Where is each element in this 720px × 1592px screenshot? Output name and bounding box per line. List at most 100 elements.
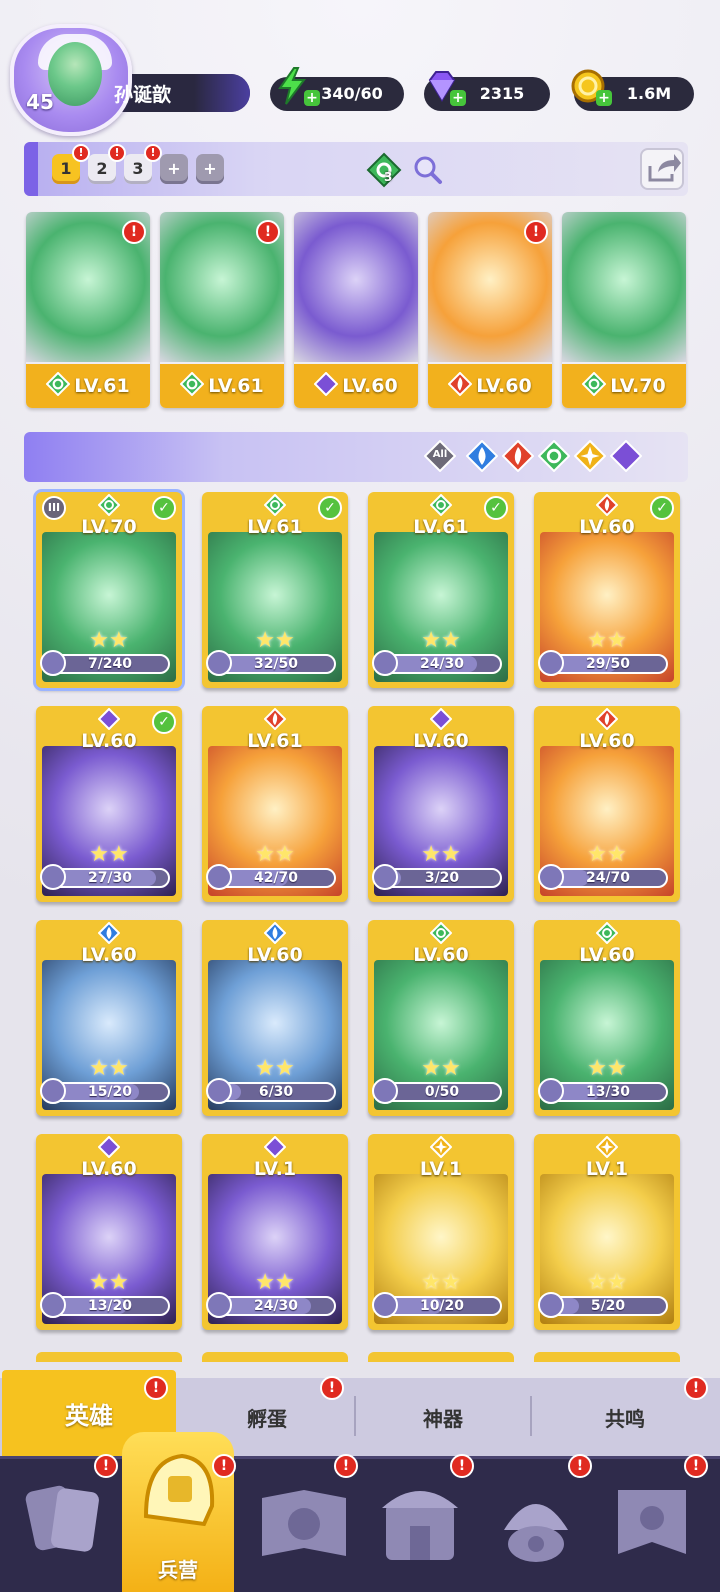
gem-plus-icon[interactable]: + [450, 90, 466, 106]
next-row-card-edge [36, 1352, 182, 1362]
shard-icon [538, 864, 564, 890]
shard-progress-text: 10/20 [419, 1298, 465, 1314]
hero-stars: ★★ [421, 628, 461, 653]
filter-all-button[interactable]: All [423, 439, 457, 473]
nav-guild-button[interactable] [484, 1470, 588, 1580]
hero-card[interactable]: LV.61 ✓ ★★ 32/50 [202, 492, 348, 688]
tab-artifact[interactable]: 神器 [356, 1378, 530, 1456]
filter-dark-button[interactable] [609, 439, 643, 473]
map-book-icon [262, 1490, 346, 1556]
shard-progress-text: 5/20 [590, 1298, 626, 1314]
hero-element [263, 921, 287, 945]
team-slot-level: LV.61 [160, 364, 284, 408]
nav-cards-alert-icon: ! [94, 1454, 118, 1478]
hero-portrait [294, 212, 418, 362]
light-filter-icon [573, 439, 607, 473]
hero-stars: ★★ [255, 628, 295, 653]
shard-progress-bar: 32/50 [216, 654, 336, 674]
filter-fire-button[interactable] [501, 439, 535, 473]
hero-stars: ★★ [421, 842, 461, 867]
shard-progress-text: 0/50 [424, 1084, 460, 1100]
light-element-icon [595, 1135, 619, 1159]
hero-card[interactable]: LV.60 ★★ 13/20 [36, 1134, 182, 1330]
team-slot-level-text: LV.60 [342, 375, 398, 397]
team-add-button-1[interactable]: + [160, 154, 188, 184]
hero-card[interactable]: LV.1 ★★ 24/30 [202, 1134, 348, 1330]
nav-cards-button[interactable] [14, 1470, 118, 1580]
energy-plus-icon[interactable]: + [304, 90, 320, 106]
shard-progress-bar: 7/240 [50, 654, 170, 674]
hero-card[interactable]: LV.60 ★★ 6/30 [202, 920, 348, 1116]
shard-icon [372, 864, 398, 890]
shard-progress-text: 24/30 [419, 656, 465, 672]
hero-card[interactable]: LV.60 ★★ 3/20 [368, 706, 514, 902]
hero-card[interactable]: LV.60 ★★ 13/30 [534, 920, 680, 1116]
filter-water-button[interactable] [465, 439, 499, 473]
shard-progress-bar: 15/20 [50, 1082, 170, 1102]
filter-light-button[interactable] [573, 439, 607, 473]
hero-element [595, 921, 619, 945]
hero-card[interactable]: LV.60 ★★ 0/50 [368, 920, 514, 1116]
nav-map-button[interactable] [252, 1470, 356, 1580]
hero-card[interactable]: LV.61 ★★ 42/70 [202, 706, 348, 902]
nav-guild-alert-icon: ! [568, 1454, 592, 1478]
team-add-button-2[interactable]: + [196, 154, 224, 184]
tab-heroes-alert-icon: ! [144, 1376, 168, 1400]
hero-stars: ★★ [89, 1056, 129, 1081]
shard-icon [372, 650, 398, 676]
shard-progress-bar: 24/70 [548, 868, 668, 888]
shard-icon [538, 650, 564, 676]
share-button[interactable] [640, 148, 684, 190]
hero-stars: ★★ [89, 842, 129, 867]
hero-stars: ★★ [587, 1056, 627, 1081]
rank-badge-icon: III [42, 496, 66, 520]
hero-card[interactable]: LV.60 ★★ 15/20 [36, 920, 182, 1116]
nav-banner-button[interactable] [600, 1470, 704, 1580]
nav-barracks-alert-icon: ! [212, 1454, 236, 1478]
hero-stars: ★★ [89, 628, 129, 653]
shard-icon [538, 1292, 564, 1318]
hero-card[interactable]: LV.61 ✓ ★★ 24/30 [368, 492, 514, 688]
search-icon[interactable] [412, 154, 444, 186]
hero-card[interactable]: LV.70 ✓ III ★★ 7/240 [36, 492, 182, 688]
shard-icon [206, 864, 232, 890]
hero-stars: ★★ [587, 1270, 627, 1295]
shard-progress-text: 32/50 [253, 656, 299, 672]
hero-card[interactable]: LV.1 ★★ 10/20 [368, 1134, 514, 1330]
hero-element [263, 493, 287, 517]
hero-level: LV.1 [585, 1158, 629, 1180]
shard-icon [206, 1078, 232, 1104]
dark-element-icon [97, 707, 121, 731]
hero-stars: ★★ [255, 842, 295, 867]
in-team-check-icon: ✓ [650, 496, 674, 520]
hero-element [429, 493, 453, 517]
hero-stars: ★★ [255, 1056, 295, 1081]
hero-level: LV.60 [413, 944, 469, 966]
shard-progress-bar: 3/20 [382, 868, 502, 888]
gold-plus-icon[interactable]: + [596, 90, 612, 106]
team-slot-level: LV.60 [428, 364, 552, 408]
shard-progress-text: 7/240 [87, 656, 133, 672]
team-slot[interactable]: LV.70 [562, 212, 686, 408]
team-slot-alert-icon: ! [256, 220, 280, 244]
nav-shrine-button[interactable] [368, 1470, 472, 1580]
filter-wind-button[interactable] [537, 439, 571, 473]
hero-card[interactable]: LV.60 ✓ ★★ 29/50 [534, 492, 680, 688]
hero-element [97, 493, 121, 517]
wind-element-icon [263, 493, 287, 517]
hero-card[interactable]: LV.1 ★★ 5/20 [534, 1134, 680, 1330]
hero-card[interactable]: LV.60 ★★ 24/70 [534, 706, 680, 902]
hero-stars: ★★ [587, 842, 627, 867]
share-icon [648, 154, 681, 182]
shard-progress-text: 24/30 [253, 1298, 299, 1314]
team-slot-alert-icon: ! [122, 220, 146, 244]
team-slot-level: LV.61 [26, 364, 150, 408]
team-slot-alert-icon: ! [524, 220, 548, 244]
team-slot-level: LV.60 [294, 364, 418, 408]
team-slot[interactable]: LV.60 [294, 212, 418, 408]
nav-barracks-button[interactable] [126, 1436, 230, 1546]
shard-progress-bar: 42/70 [216, 868, 336, 888]
hero-card[interactable]: LV.60 ✓ ★★ 27/30 [36, 706, 182, 902]
shard-icon [40, 864, 66, 890]
hero-stars: ★★ [587, 628, 627, 653]
